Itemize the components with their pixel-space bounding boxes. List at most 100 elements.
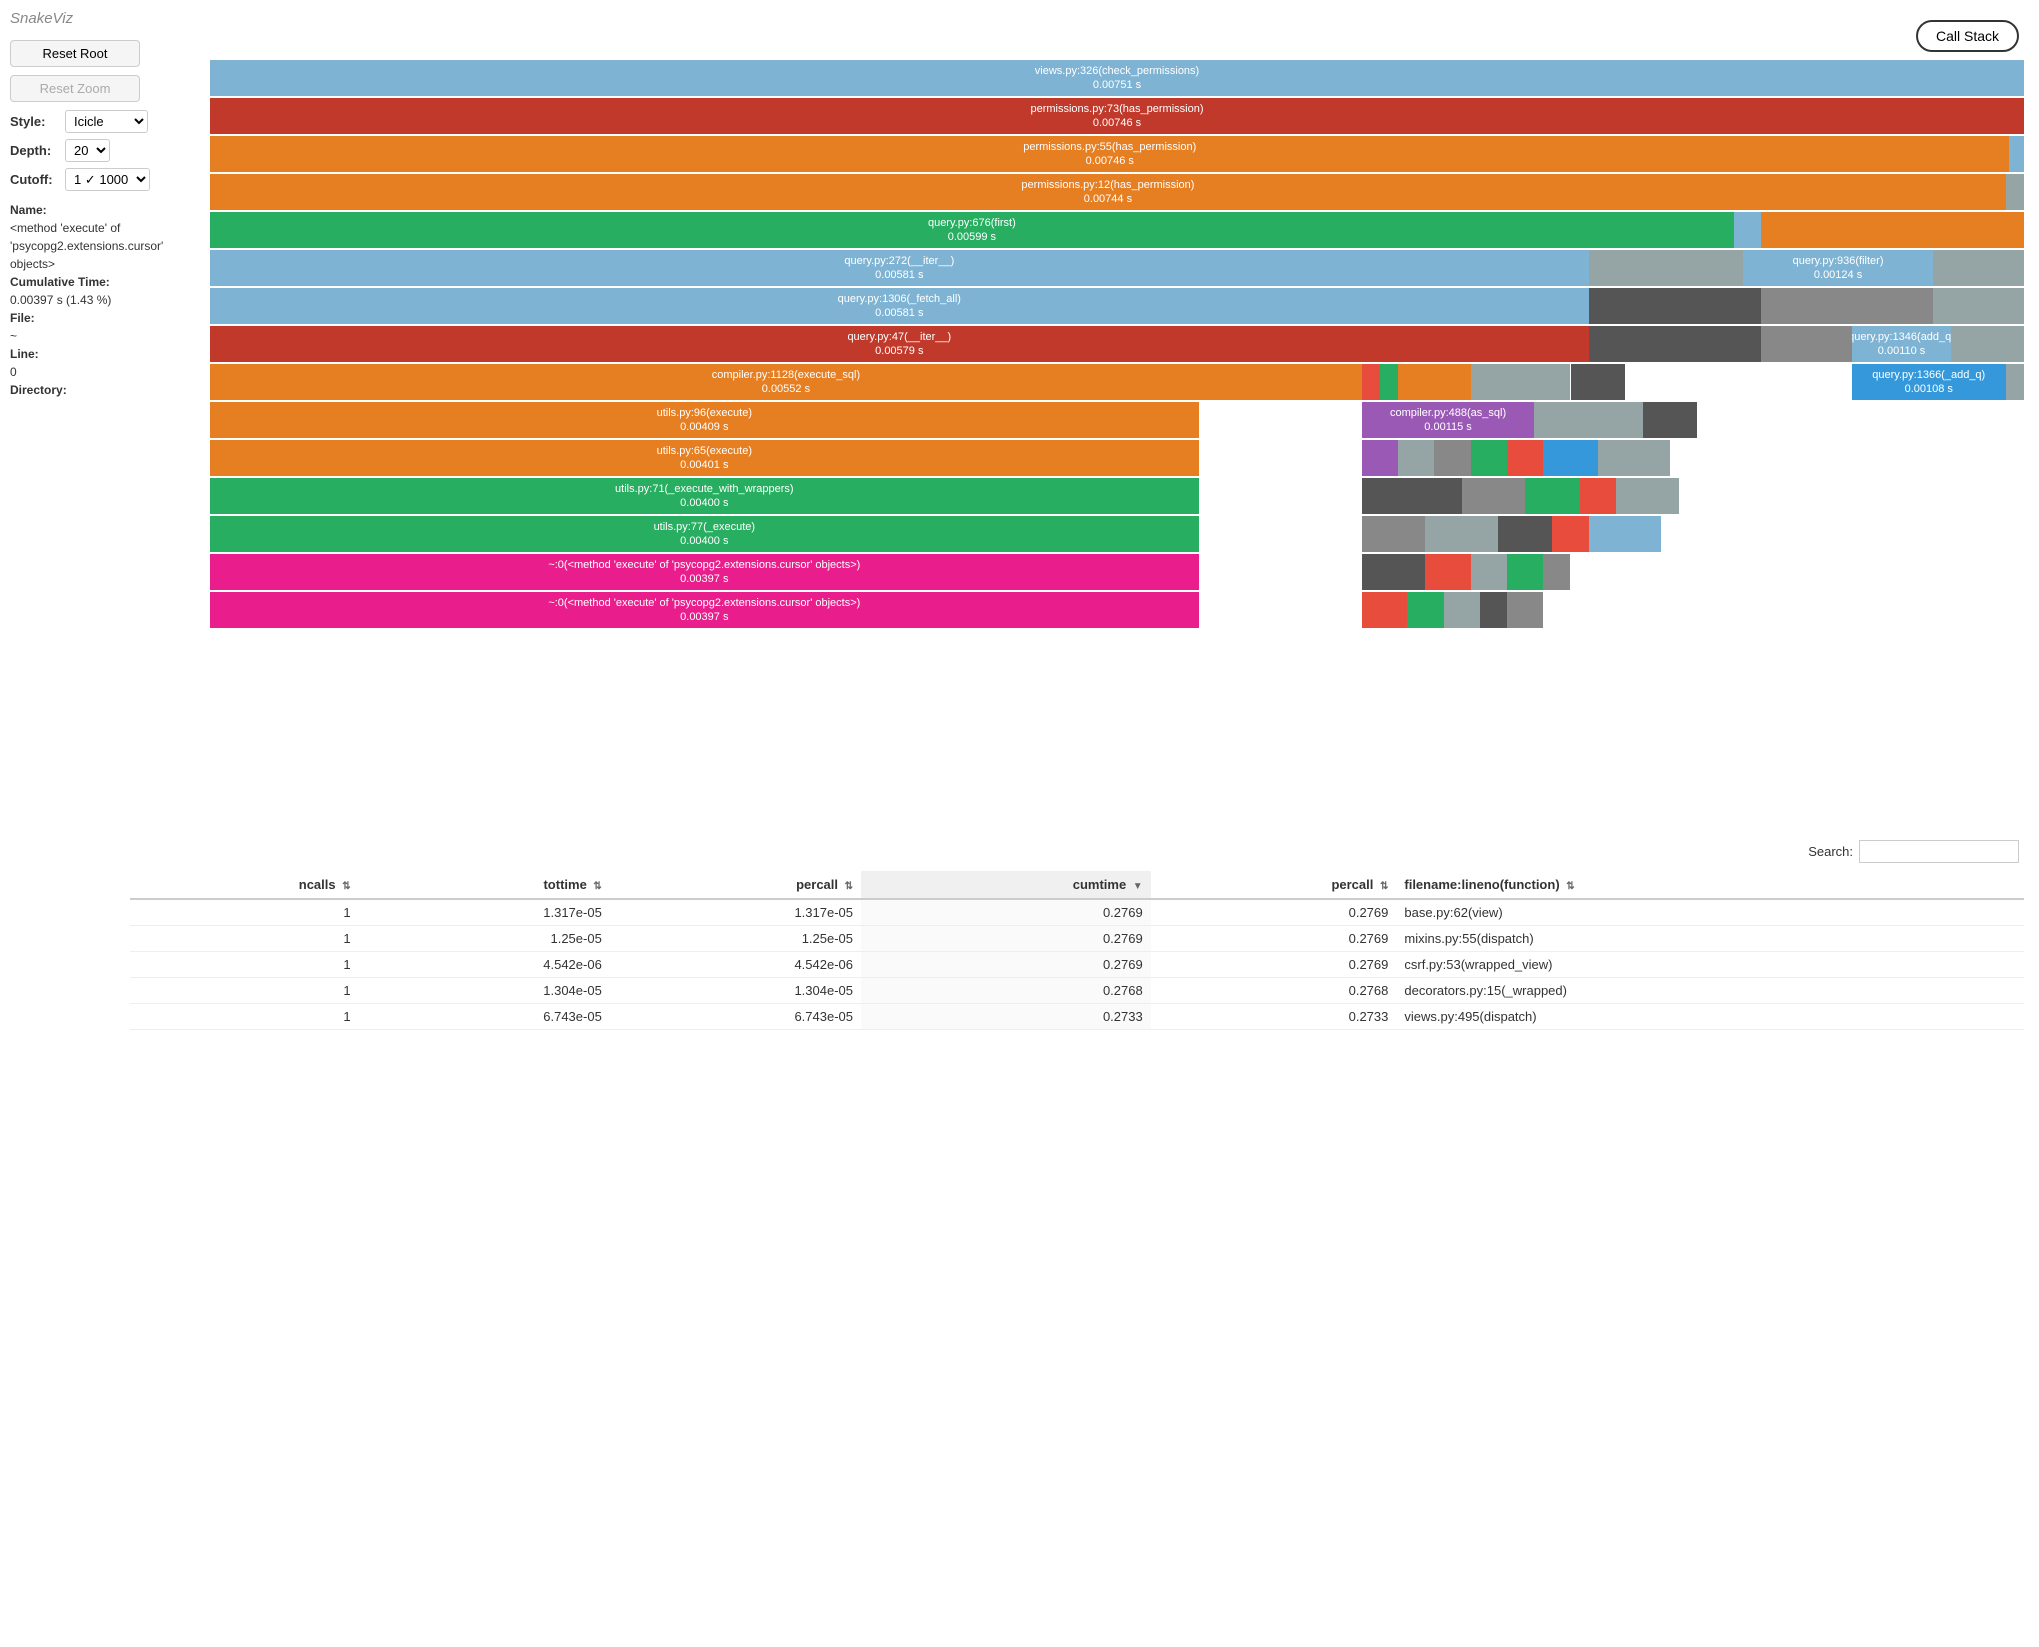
col-tottime[interactable]: tottime ⇅ — [359, 871, 610, 899]
cutoff-label: Cutoff: — [10, 172, 65, 187]
flame-block[interactable]: utils.py:71(_execute_with_wrappers)0.004… — [210, 478, 1199, 514]
flame-block[interactable] — [1398, 440, 1434, 476]
sort-icon-tottime: ⇅ — [593, 881, 601, 892]
flame-block[interactable] — [1507, 554, 1543, 590]
col-ncalls[interactable]: ncalls ⇅ — [130, 871, 359, 899]
flame-block-sublabel: 0.00746 s — [1093, 116, 1141, 130]
info-panel: Name: <method 'execute' of 'psycopg2.ext… — [10, 201, 195, 399]
table-body: 11.317e-051.317e-050.27690.2769base.py:6… — [130, 899, 2024, 1030]
flame-block[interactable] — [1471, 364, 1571, 400]
flame-block[interactable]: query.py:1306(_fetch_all)0.00581 s — [210, 288, 1589, 324]
flame-block[interactable] — [1471, 440, 1507, 476]
flame-block[interactable] — [1543, 440, 1597, 476]
flame-block[interactable]: query.py:47(__iter__)0.00579 s — [210, 326, 1589, 362]
flame-block[interactable]: query.py:1366(_add_q)0.00108 s — [1852, 364, 2006, 400]
flame-block[interactable] — [2009, 136, 2024, 172]
flame-block[interactable] — [1525, 478, 1579, 514]
flame-block[interactable] — [1534, 402, 1588, 438]
flame-block[interactable]: ~:0(<method 'execute' of 'psycopg2.exten… — [210, 554, 1199, 590]
flame-block[interactable] — [1507, 592, 1543, 628]
col-percall1[interactable]: percall ⇅ — [610, 871, 861, 899]
flame-block[interactable] — [1589, 288, 1761, 324]
table-row[interactable]: 16.743e-056.743e-050.27330.2733views.py:… — [130, 1004, 2024, 1030]
reset-zoom-button[interactable]: Reset Zoom — [10, 75, 140, 102]
flame-block[interactable] — [1425, 554, 1470, 590]
flame-block[interactable] — [1362, 554, 1425, 590]
flame-block[interactable] — [1362, 592, 1407, 628]
flame-block-sublabel: 0.00746 s — [1086, 154, 1134, 168]
flame-block[interactable]: compiler.py:1128(execute_sql)0.00552 s — [210, 364, 1362, 400]
flame-block[interactable] — [1471, 554, 1507, 590]
col-filename[interactable]: filename:lineno(function) ⇅ — [1396, 871, 2024, 899]
flame-block[interactable] — [1933, 288, 2024, 324]
flame-block[interactable] — [1480, 592, 1507, 628]
flame-block[interactable] — [1643, 402, 1697, 438]
flame-block[interactable]: utils.py:77(_execute)0.00400 s — [210, 516, 1199, 552]
style-select[interactable]: Icicle Sunburst — [65, 110, 148, 133]
table-row[interactable]: 11.25e-051.25e-050.27690.2769mixins.py:5… — [130, 926, 2024, 952]
call-stack-button[interactable]: Call Stack — [1916, 20, 2019, 52]
flame-block[interactable] — [1362, 516, 1425, 552]
search-input[interactable] — [1859, 840, 2019, 863]
reset-root-button[interactable]: Reset Root — [10, 40, 140, 67]
flame-block[interactable] — [2006, 364, 2024, 400]
flame-block[interactable]: utils.py:96(execute)0.00409 s — [210, 402, 1199, 438]
flame-block[interactable] — [1407, 592, 1443, 628]
table-cell-filename: base.py:62(view) — [1396, 899, 2024, 926]
flame-block[interactable] — [1462, 478, 1525, 514]
flame-block[interactable] — [1616, 478, 1679, 514]
flame-block[interactable] — [1933, 250, 2024, 286]
flame-block[interactable]: query.py:676(first)0.00599 s — [210, 212, 1734, 248]
flame-block[interactable] — [1425, 516, 1498, 552]
flame-block[interactable] — [1589, 250, 1743, 286]
flame-block[interactable] — [1434, 440, 1470, 476]
table-row[interactable]: 11.304e-051.304e-050.27680.2768decorator… — [130, 978, 2024, 1004]
flame-block[interactable] — [1580, 478, 1616, 514]
table-row[interactable]: 11.317e-051.317e-050.27690.2769base.py:6… — [130, 899, 2024, 926]
flame-block-label: permissions.py:73(has_permission) — [1030, 102, 1203, 116]
flame-block[interactable] — [1951, 326, 2024, 362]
flame-block[interactable]: compiler.py:488(as_sql)0.00115 s — [1362, 402, 1534, 438]
flame-block[interactable] — [1761, 326, 1852, 362]
flame-block[interactable]: utils.py:65(execute)0.00401 s — [210, 440, 1199, 476]
flame-block[interactable] — [2006, 174, 2024, 210]
flame-block[interactable]: query.py:272(__iter__)0.00581 s — [210, 250, 1589, 286]
flame-block[interactable] — [1552, 516, 1588, 552]
flame-block[interactable] — [1498, 516, 1552, 552]
flame-block[interactable] — [1398, 364, 1471, 400]
table-header: ncalls ⇅ tottime ⇅ percall ⇅ cumtime ▼ p… — [130, 871, 2024, 899]
col-cumtime[interactable]: cumtime ▼ — [861, 871, 1151, 899]
flame-block-sublabel: 0.00401 s — [680, 458, 728, 472]
depth-select[interactable]: 510152025 — [65, 139, 110, 162]
flame-block[interactable]: views.py:326(check_permissions)0.00751 s — [210, 60, 2024, 96]
flame-block[interactable]: permissions.py:73(has_permission)0.00746… — [210, 98, 2024, 134]
flame-block[interactable] — [1571, 364, 1625, 400]
flame-block[interactable] — [1589, 402, 1643, 438]
flame-block[interactable] — [1507, 440, 1543, 476]
col-percall2[interactable]: percall ⇅ — [1151, 871, 1397, 899]
flame-block[interactable] — [1543, 554, 1570, 590]
flame-block[interactable] — [1734, 212, 1761, 248]
flame-block-label: permissions.py:12(has_permission) — [1021, 178, 1194, 192]
flame-block[interactable] — [1362, 364, 1380, 400]
flame-block[interactable] — [1589, 326, 1761, 362]
flame-block[interactable] — [1761, 288, 1933, 324]
flame-block[interactable] — [1598, 440, 1671, 476]
cutoff-select[interactable]: 1 ✓ 1000 — [65, 168, 150, 191]
flame-block[interactable]: permissions.py:55(has_permission)0.00746… — [210, 136, 2009, 172]
flame-block[interactable]: ~:0(<method 'execute' of 'psycopg2.exten… — [210, 592, 1199, 628]
table-row[interactable]: 14.542e-064.542e-060.27690.2769csrf.py:5… — [130, 952, 2024, 978]
flame-block[interactable] — [1444, 592, 1480, 628]
flame-block[interactable]: permissions.py:12(has_permission)0.00744… — [210, 174, 2006, 210]
line-label: Line: — [10, 347, 39, 361]
depth-control: Depth: 510152025 — [10, 139, 195, 162]
flame-block[interactable] — [1589, 516, 1662, 552]
flame-block[interactable] — [1380, 364, 1398, 400]
cutoff-control: Cutoff: 1 ✓ 1000 — [10, 168, 195, 191]
flame-block[interactable] — [1761, 212, 2024, 248]
sidebar: Reset Root Reset Zoom Style: Icicle Sunb… — [10, 40, 195, 399]
flame-block[interactable] — [1362, 478, 1462, 514]
flame-block[interactable]: query.py:1346(add_q)0.00110 s — [1852, 326, 1952, 362]
flame-block[interactable]: query.py:936(filter)0.00124 s — [1743, 250, 1933, 286]
flame-block[interactable] — [1362, 440, 1398, 476]
